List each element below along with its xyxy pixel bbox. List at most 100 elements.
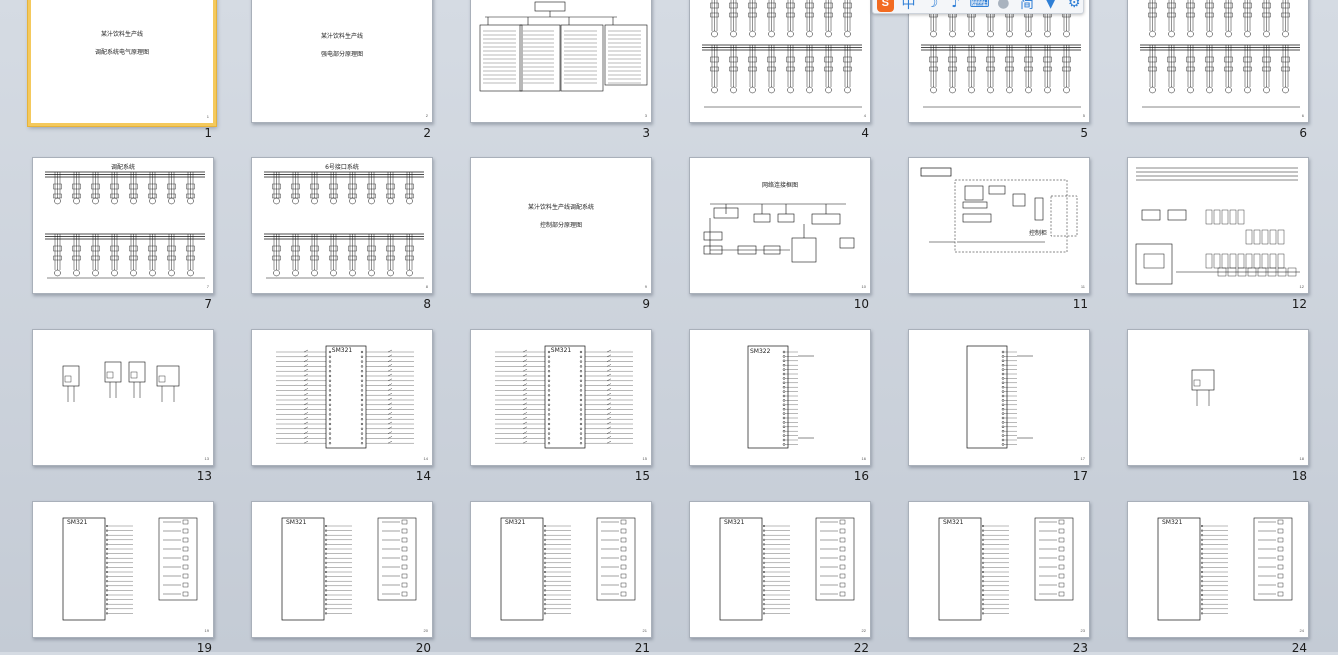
settings-icon[interactable]: ⚙ xyxy=(1065,0,1083,12)
slide-diagram xyxy=(500,517,636,621)
slide-thumbnail-11[interactable]: 控制柜 11 11 xyxy=(908,157,1090,311)
slide-canvas[interactable]: 6 xyxy=(1127,0,1309,123)
slide-title-line: 控制部分原理图 xyxy=(539,222,582,229)
slide-canvas[interactable]: 控制柜 11 xyxy=(908,157,1090,294)
slide-thumbnail-4[interactable]: 44 xyxy=(689,0,871,140)
slide-thumbnail-22[interactable]: SM321 22 22 xyxy=(689,501,871,655)
slide-diagram xyxy=(1191,369,1215,406)
slide-page-number: 23 xyxy=(1080,628,1085,633)
slide-page-number: 8 xyxy=(425,284,428,289)
slide-thumbnail-20[interactable]: SM321 20 20 xyxy=(251,501,433,655)
slide-canvas[interactable]: SM321 21 xyxy=(470,501,652,638)
slide-canvas[interactable]: 网络连接框图 10 xyxy=(689,157,871,294)
slide-diagram xyxy=(702,0,862,108)
user-icon[interactable]: ● xyxy=(995,0,1013,12)
sogou-logo-icon[interactable]: S xyxy=(877,0,894,12)
slide-thumbnail-13[interactable]: 13 13 xyxy=(32,329,214,483)
slide-thumbnail-10[interactable]: 网络连接框图 10 10 xyxy=(689,157,871,311)
slide-thumbnail-5[interactable]: 55 xyxy=(908,0,1090,140)
slide-thumbnail-12[interactable]: 12 12 xyxy=(1127,157,1309,311)
slide-canvas[interactable]: 配电箱分布图3 xyxy=(470,0,652,123)
slide-number-label: 16 xyxy=(853,469,869,483)
slide-number-label: 6 xyxy=(1299,126,1307,140)
slide-diagram xyxy=(45,171,205,279)
slide-thumbnail-16[interactable]: SM322 16 16 xyxy=(689,329,871,483)
slide-module-label: SM321 xyxy=(943,519,964,526)
slide-thumbnail-14[interactable]: SM321 14 14 xyxy=(251,329,433,483)
slide-canvas[interactable]: 调配系统 7 xyxy=(32,157,214,294)
punctuation-icon[interactable]: ☽ xyxy=(923,0,941,12)
slide-header: 6号接口系统 xyxy=(325,164,359,171)
slide-diagram xyxy=(1140,0,1300,108)
slide-module-label: SM321 xyxy=(67,519,88,526)
slide-diagram xyxy=(1157,517,1293,621)
skin-icon[interactable]: ▼ xyxy=(1042,0,1060,12)
slide-thumbnail-23[interactable]: SM321 23 23 xyxy=(908,501,1090,655)
slide-header: SM321 xyxy=(550,347,572,354)
slide-canvas[interactable]: SM321 22 xyxy=(689,501,871,638)
slide-number-label: 17 xyxy=(1072,469,1088,483)
ime-toolbar[interactable]: S 中 ☽ ♪ ⌨ ● 简 ▼ ⚙ xyxy=(872,0,1084,14)
slide-canvas[interactable]: 某汁饮料生产线调配系统 控制部分原理图 9 xyxy=(470,157,652,294)
slide-thumbnail-2[interactable]: 某汁饮料生产线 强电部分原理图 2 2 xyxy=(251,0,433,140)
slide-header: SM321 xyxy=(331,347,353,354)
simplified-icon[interactable]: 简 xyxy=(1018,0,1036,12)
slide-thumbnail-17[interactable]: 17 17 xyxy=(908,329,1090,483)
slide-diagram xyxy=(479,1,648,92)
slide-page-number: 16 xyxy=(861,456,866,461)
slide-title-line: 某汁饮料生产线 xyxy=(320,33,363,40)
slide-canvas[interactable]: 4 xyxy=(689,0,871,123)
slide-page-number: 1 xyxy=(206,114,209,119)
slide-canvas[interactable]: 某汁饮料生产线 调配系统电气原理图 1 xyxy=(28,0,216,126)
slide-diagram xyxy=(920,167,1078,253)
slide-module-label: SM322 xyxy=(750,348,771,355)
slide-number-label: 1 xyxy=(204,126,212,140)
slide-thumbnail-18[interactable]: 18 18 xyxy=(1127,329,1309,483)
slide-diagram xyxy=(264,171,424,279)
slide-number-label: 24 xyxy=(1291,641,1307,655)
chinese-mode-icon[interactable]: 中 xyxy=(900,0,918,12)
slide-diagram xyxy=(921,0,1081,108)
slide-canvas[interactable]: SM321 15 xyxy=(470,329,652,466)
slide-thumbnail-8[interactable]: 6号接口系统 8 8 xyxy=(251,157,433,311)
slide-thumbnail-24[interactable]: SM321 24 24 xyxy=(1127,501,1309,655)
slide-diagram xyxy=(938,517,1074,621)
slide-canvas[interactable]: 12 xyxy=(1127,157,1309,294)
slide-page-number: 15 xyxy=(642,456,647,461)
slide-thumbnail-21[interactable]: SM321 21 21 xyxy=(470,501,652,655)
slide-thumbnail-1[interactable]: 某汁饮料生产线 调配系统电气原理图 1 1 xyxy=(28,0,216,140)
slide-canvas[interactable]: SM321 14 xyxy=(251,329,433,466)
slide-thumbnail-19[interactable]: SM321 19 19 xyxy=(32,501,214,655)
slide-number-label: 23 xyxy=(1072,641,1088,655)
slide-number-label: 22 xyxy=(853,641,869,655)
slide-thumbnail-9[interactable]: 某汁饮料生产线调配系统 控制部分原理图 9 9 xyxy=(470,157,652,311)
slide-canvas[interactable]: SM321 20 xyxy=(251,501,433,638)
slide-page-number: 24 xyxy=(1299,628,1304,633)
slide-thumbnail-3[interactable]: 配电箱分布图33 xyxy=(470,0,652,140)
slide-title-line: 强电部分原理图 xyxy=(320,51,363,58)
slide-page-number: 17 xyxy=(1080,456,1085,461)
slide-thumbnail-15[interactable]: SM321 15 15 xyxy=(470,329,652,483)
slide-canvas[interactable]: 17 xyxy=(908,329,1090,466)
slide-canvas[interactable]: 18 xyxy=(1127,329,1309,466)
slide-thumbnail-7[interactable]: 调配系统 7 7 xyxy=(32,157,214,311)
slide-diagram xyxy=(747,345,814,449)
slide-canvas[interactable]: SM321 23 xyxy=(908,501,1090,638)
slide-page-number: 18 xyxy=(1299,456,1304,461)
slide-canvas[interactable]: SM321 24 xyxy=(1127,501,1309,638)
keyboard-icon[interactable]: ⌨ xyxy=(969,0,989,12)
slide-header: 调配系统 xyxy=(110,164,135,171)
slide-canvas[interactable]: 5 xyxy=(908,0,1090,123)
slide-canvas[interactable]: 13 xyxy=(32,329,214,466)
slide-number-label: 8 xyxy=(423,297,431,311)
slide-thumbnail-6[interactable]: 66 xyxy=(1127,0,1309,140)
slide-thumbnail-panel[interactable]: 某汁饮料生产线调配系统电气原理图11某汁饮料生产线强电部分原理图22配电箱分布图… xyxy=(0,0,1338,655)
slide-canvas[interactable]: SM322 16 xyxy=(689,329,871,466)
slide-canvas[interactable]: 某汁饮料生产线 强电部分原理图 2 xyxy=(251,0,433,123)
voice-icon[interactable]: ♪ xyxy=(947,0,965,12)
slide-diagram xyxy=(62,361,180,402)
slide-page-number: 10 xyxy=(861,284,866,289)
slide-number-label: 15 xyxy=(634,469,650,483)
slide-canvas[interactable]: SM321 19 xyxy=(32,501,214,638)
slide-canvas[interactable]: 6号接口系统 8 xyxy=(251,157,433,294)
